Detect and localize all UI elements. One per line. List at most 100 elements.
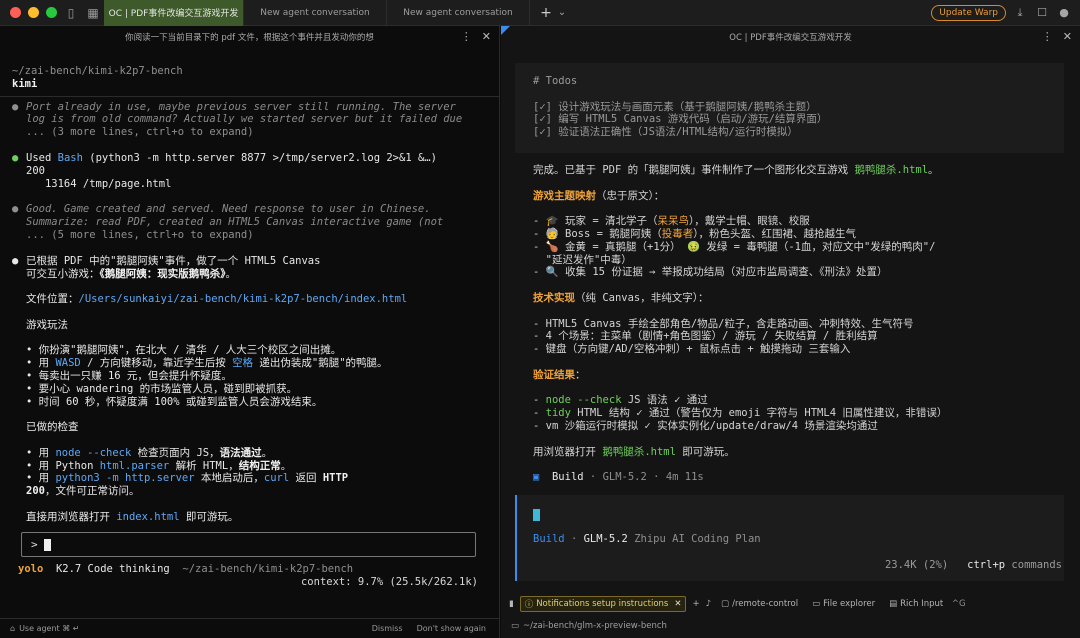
left-terminal-pane: 你阅读一下当前目录下的 pdf 文件，根据这个事件并且发动你的想 ⋮ ✕ ~/z… [0,26,500,638]
list-item: • 每卖出一只赚 16 元，但会提升怀疑度。 [26,369,232,382]
tool-command: (python3 -m http.server 8877 >/tmp/serve… [89,151,437,164]
open-hint: 用浏览器打开 鹅鸭腿杀.html 即可游玩。 [533,446,1063,459]
grid-icon[interactable]: ▦ [82,0,104,26]
update-warp-button[interactable]: Update Warp [931,4,1006,21]
thought-block[interactable]: ● Port already in use, maybe previous se… [12,101,487,139]
heading-title: 游戏主题映射 [533,189,596,202]
robot-icon: ⌂ [10,624,16,633]
response-text: 。 [225,267,237,280]
text-cursor [533,509,540,521]
thought-line: Good. Game created and served. Need resp… [26,203,431,216]
mic-icon[interactable]: ♪ [706,599,711,609]
list-item: "延迟发作"中毒） [533,253,632,266]
close-window-button[interactable] [10,7,21,18]
agent-mode-label[interactable]: Build [533,533,565,545]
maximize-window-button[interactable] [46,7,57,18]
build-time: 4m 11s [665,471,704,484]
model-name[interactable]: GLM-5.2 [584,533,628,545]
panel-icon[interactable]: ▮ [509,599,514,609]
model-name: K2.7 Code thinking [55,563,170,575]
list-highlight: 投毒者 [661,227,694,240]
list-text: • 用 [26,357,56,370]
list-bold: 200 [26,485,45,498]
tab-new-agent-2[interactable]: New agent conversation [387,0,530,26]
tab-oc-pdf[interactable]: OC | PDF事件改编交互游戏开发 [104,0,244,26]
open-hint: 直接用浏览器打开 index.html 即可游玩。 [26,511,407,524]
add-icon[interactable]: + [692,599,699,609]
remote-icon: ▢ [721,599,730,609]
list-item: - 键盘（方向键/AD/空格冲刺）+ 鼠标点击 + 触摸拖动 三套输入 [533,343,851,356]
list-item: - 🍗 金黄 = 真鹅腿（+1分） 🤢 发绿 = 毒鸭腿（-1血，对应文中"发绿… [533,240,936,253]
list-bold: 结构正常 [238,459,281,472]
status-dot: ● [12,203,19,216]
list-text: 。 [280,459,292,472]
text: 完成。已基于 PDF 的「鹅腿阿姨」事件制作了一个图形化交互游戏 [533,164,855,176]
sidebar-toggle-icon[interactable]: ▯ [60,0,82,26]
tab-new-agent-1[interactable]: New agent conversation [244,0,387,26]
list-item: - node --check JS 语法 ✓ 通过 [533,394,1063,407]
tool-output: 13164 /tmp/page.html [26,177,172,190]
todo-item: [✓] 编写 HTML5 Canvas 游戏代码（启动/游玩/结算界面） [533,113,828,126]
rich-input-label: Rich Input [900,599,944,609]
thought-line: Port already in use, maybe previous serv… [26,100,456,113]
remote-label: /remote-control [732,599,799,609]
inline-code: curl [263,472,290,485]
input-prompt: > [31,538,38,551]
response-line: 已根据 PDF 中的"鹅腿阿姨"事件，做了一个 HTML5 Canvas [26,254,321,267]
notifications-label: Notifications setup instructions [536,599,669,609]
section-heading: 游戏主题映射（忠于原文）： [533,190,1063,203]
heading-sub: ： [575,368,586,381]
minimize-window-button[interactable] [28,7,39,18]
used-label: Used [26,151,52,164]
close-pane-icon[interactable]: ✕ [482,30,491,43]
commands-label[interactable]: commands [1011,559,1062,571]
hint-text: 即可游玩。 [179,510,239,523]
response-dot: ● [12,254,19,267]
dont-show-again-button[interactable]: Don't show again [413,623,490,634]
left-footer: ⌂ Use agent ⌘ ↵ Dismiss Don't show again [0,618,500,638]
agent-input[interactable]: > [21,532,476,557]
rich-input-icon: ▤ [889,599,898,609]
close-icon[interactable]: ✕ [674,599,681,609]
new-tab-button[interactable]: + [538,5,554,21]
remote-control-button[interactable]: ▢/remote-control [717,598,802,610]
close-pane-icon[interactable]: ✕ [1063,30,1072,43]
right-toolbar: ▮ ⓘ Notifications setup instructions ✕ +… [501,595,1080,613]
more-options-icon[interactable]: ⋮ [1042,30,1053,43]
thought-block[interactable]: ● Good. Game created and served. Need re… [12,203,487,241]
game-title: 《鹅腿阿姨：现实版鹅鸭杀》 [99,267,226,280]
list-item: - 🧓 Boss = 鹅腿阿姨（投毒者），粉色头盔、红围裙、越抢越生气 [533,228,1063,241]
avatar-icon[interactable]: ● [1056,6,1072,19]
file-link[interactable]: index.html [116,511,179,523]
list-text: ，文件可正常访问。 [44,485,140,498]
new-tab-menu-icon[interactable]: ⌄ [554,7,570,18]
explorer-label: File explorer [823,599,876,609]
use-agent-button[interactable]: Use agent ⌘ ↵ [19,624,79,633]
inbox-icon[interactable]: ☐ [1034,6,1050,19]
list-item: - tidy HTML 结构 ✓ 通过（警告仅为 emoji 字符与 HTML4… [533,407,1063,420]
right-pane-header: OC | PDF事件改编交互游戏开发 ⋮ ✕ [501,26,1080,48]
notifications-chip[interactable]: ⓘ Notifications setup instructions ✕ [519,596,687,612]
file-label: 文件位置： [26,293,79,306]
tool-call-block[interactable]: ● Used Bash (python3 -m http.server 8877… [12,152,487,190]
dismiss-button[interactable]: Dismiss [368,623,407,634]
section-title: 游戏玩法 [26,318,68,331]
list-highlight: 呆呆鸟 [657,215,690,228]
heading-sub: （纯 Canvas，非纯文字）： [575,291,709,304]
file-path-link[interactable]: /Users/sunkaiyi/zai-bench/kimi-k2p7-benc… [79,293,408,305]
more-options-icon[interactable]: ⋮ [461,30,472,43]
file-link[interactable]: 鹅鸭腿杀.html [854,164,928,176]
list-item: • 用 node --check 检查页面内 JS，语法通过。 [26,447,407,460]
rich-input-button[interactable]: ▤ Rich Input ^G [885,598,970,610]
file-link[interactable]: 鹅鸭腿杀.html [602,446,676,458]
file-explorer-button[interactable]: ▭ File explorer [808,598,879,610]
list-text: • 用 Python [26,459,100,472]
success-dot: ● [12,151,19,164]
download-icon[interactable]: ⤓ [1012,6,1028,20]
key-hint: WASD [55,357,81,370]
list-text: / 方向键移动，靠近学生后按 [80,357,233,370]
current-path[interactable]: ~/zai-bench/glm-x-preview-bench [523,621,667,631]
tab-label: OC | PDF事件改编交互游戏开发 [108,9,239,19]
left-pane-title: 你阅读一下当前目录下的 pdf 文件，根据这个事件并且发动你的想 [125,33,374,43]
window-controls [0,7,60,18]
